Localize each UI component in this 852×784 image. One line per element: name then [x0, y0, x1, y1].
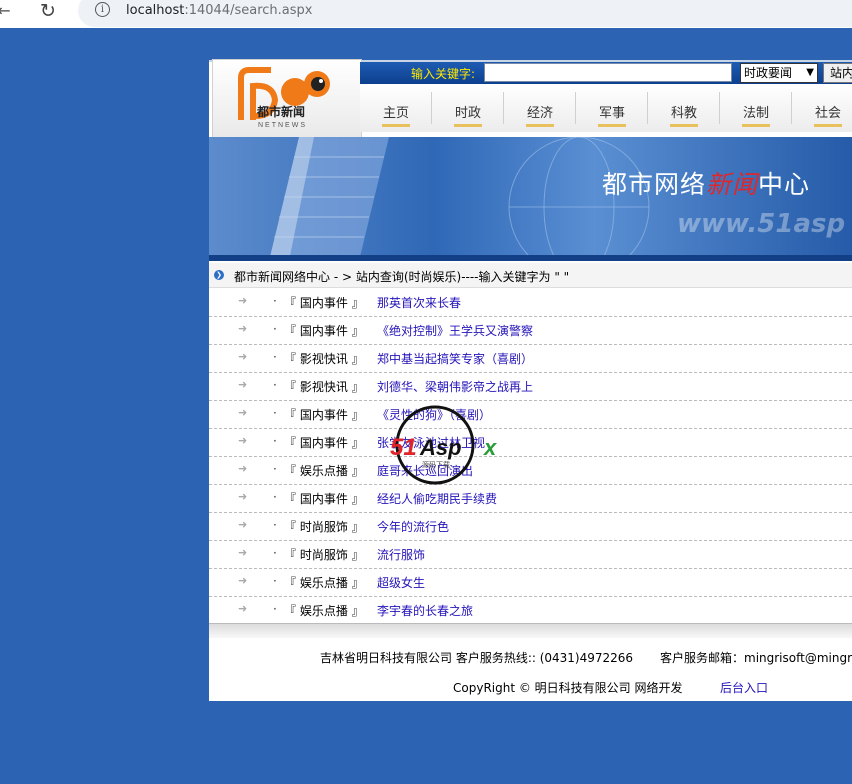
list-item: ➜ · 『 国内事件 』经纪人偷吃期民手续费: [209, 484, 852, 513]
result-title-link[interactable]: 今年的流行色: [377, 518, 449, 535]
main-nav: 主页 时政 经济 军事 科教 法制 社会: [360, 84, 852, 132]
result-category: 『 影视快讯 』: [284, 352, 364, 366]
nav-item-economy[interactable]: 经济: [504, 84, 576, 132]
category-select[interactable]: 时政要闻 ▼: [740, 63, 818, 83]
result-title-link[interactable]: 刘德华、梁朝伟影帝之战再上: [377, 378, 533, 395]
list-item: ➜ · 『 影视快讯 』刘德华、梁朝伟影帝之战再上: [209, 372, 852, 401]
result-title-link[interactable]: 流行服饰: [377, 546, 425, 563]
arrow-right-icon: ➜: [238, 378, 248, 391]
search-label: 输入关键字:: [411, 67, 476, 81]
footer-copyright: CopyRight © 明日科技有限公司 网络开发: [453, 681, 683, 695]
svg-text:51: 51: [390, 434, 417, 461]
list-item: ➜ · 『 影视快讯 』郑中基当起搞笑专家（喜剧）: [209, 344, 852, 373]
header-banner: 都市网络新闻中心 www.51asp: [209, 137, 852, 261]
nav-item-military[interactable]: 军事: [576, 84, 648, 132]
list-item: ➜ · 『 时尚服饰 』流行服饰: [209, 540, 852, 569]
footer-email: 客户服务邮箱：mingrisoft@mingri: [660, 651, 852, 665]
search-bar: 输入关键字: 时政要闻 ▼ 站内: [360, 62, 852, 84]
page-container: 都市新闻 NETNEWS 输入关键字: 时政要闻 ▼ 站内 主页 时政 经济 军事…: [209, 50, 852, 701]
nav-item-science[interactable]: 科教: [648, 84, 720, 132]
footer-divider: [209, 623, 852, 638]
list-item: ➜ · 『 娱乐点播 』庭哥来长巡回演出: [209, 456, 852, 485]
watermark-circle-icon: 51 Asp x 源码下载: [390, 405, 497, 485]
result-category: 『 国内事件 』: [284, 408, 364, 422]
breadcrumb-text: 都市新闻网络中心 - > 站内查询(时尚娱乐)----输入关键字为 " ": [234, 270, 570, 284]
result-title-link[interactable]: 《绝对控制》王学兵又演警察: [377, 322, 533, 339]
list-item: ➜ · 『 国内事件 』《绝对控制》王学兵又演警察: [209, 316, 852, 345]
arrow-right-icon: ➜: [238, 546, 248, 559]
arrow-right-icon: ➜: [238, 574, 248, 587]
url-text[interactable]: localhost:14044/search.aspx: [126, 3, 312, 18]
arrow-right-icon: ➜: [238, 518, 248, 531]
arrow-right-icon: ➜: [238, 490, 248, 503]
list-item: ➜ · 『 娱乐点播 』李宇春的长春之旅: [209, 596, 852, 625]
logo-cn-text: 都市新闻: [256, 104, 305, 119]
result-title-link[interactable]: 那英首次来长春: [377, 294, 461, 311]
result-category: 『 国内事件 』: [284, 324, 364, 338]
result-category: 『 国内事件 』: [284, 436, 364, 450]
result-category: 『 时尚服饰 』: [284, 548, 364, 562]
result-category: 『 影视快讯 』: [284, 380, 364, 394]
nav-item-home[interactable]: 主页: [360, 84, 432, 132]
reload-icon[interactable]: ↻: [36, 0, 60, 24]
chevron-down-icon: ▼: [806, 67, 814, 78]
result-category: 『 国内事件 』: [284, 492, 364, 506]
list-item: ➜ · 『 国内事件 』《灵性的狗》（喜剧）: [209, 400, 852, 429]
result-title-link[interactable]: 经纪人偷吃期民手续费: [377, 490, 497, 507]
banner-url: www.51asp: [677, 209, 846, 239]
browser-toolbar: ← ↻ i localhost:14044/search.aspx: [0, 0, 852, 28]
list-item: ➜ · 『 国内事件 』张学友泳池过林卫视: [209, 428, 852, 457]
result-category: 『 娱乐点播 』: [284, 604, 364, 618]
nav-item-law[interactable]: 法制: [720, 84, 792, 132]
list-item: ➜ · 『 娱乐点播 』超级女生: [209, 568, 852, 597]
watermark-logo: 51 Asp x 源码下载: [390, 403, 510, 487]
list-item: ➜ · 『 国内事件 』那英首次来长春: [209, 288, 852, 317]
arrow-right-icon: ➜: [238, 434, 248, 447]
result-category: 『 时尚服饰 』: [284, 520, 364, 534]
svg-text:x: x: [483, 435, 497, 460]
arrow-right-icon: ➜: [238, 602, 248, 615]
footer-company: 吉林省明日科技有限公司 客户服务热线:: (0431)4972266: [320, 651, 634, 665]
bullet-arrow-icon: ❯: [214, 270, 224, 280]
svg-text:Asp: Asp: [419, 435, 462, 460]
arrow-right-icon: ➜: [238, 406, 248, 419]
result-title-link[interactable]: 郑中基当起搞笑专家（喜剧）: [377, 350, 533, 367]
logo-en-text: NETNEWS: [258, 122, 307, 129]
result-category: 『 娱乐点播 』: [284, 464, 364, 478]
arrow-right-icon: ➜: [238, 294, 248, 307]
back-arrow-icon[interactable]: ←: [0, 0, 16, 24]
result-category: 『 娱乐点播 』: [284, 576, 364, 590]
search-input[interactable]: [484, 63, 732, 82]
nav-item-politics[interactable]: 时政: [432, 84, 504, 132]
result-title-link[interactable]: 李宇春的长春之旅: [377, 602, 473, 619]
arrow-right-icon: ➜: [238, 350, 248, 363]
site-logo[interactable]: 都市新闻 NETNEWS: [212, 59, 362, 139]
svg-text:源码下载: 源码下载: [422, 460, 450, 469]
search-button[interactable]: 站内: [823, 63, 852, 83]
arrow-right-icon: ➜: [238, 462, 248, 475]
site-info-icon[interactable]: i: [95, 2, 110, 17]
admin-link[interactable]: 后台入口: [720, 679, 768, 696]
arrow-right-icon: ➜: [238, 322, 248, 335]
list-item: ➜ · 『 时尚服饰 』今年的流行色: [209, 512, 852, 541]
logo-graphic-icon: 都市新闻 NETNEWS: [238, 67, 330, 129]
banner-title: 都市网络新闻中心: [602, 170, 811, 199]
breadcrumb: ❯ 都市新闻网络中心 - > 站内查询(时尚娱乐)----输入关键字为 " ": [209, 263, 852, 288]
result-category: 『 国内事件 』: [284, 296, 364, 310]
nav-item-society[interactable]: 社会: [792, 84, 852, 132]
result-title-link[interactable]: 超级女生: [377, 574, 425, 591]
